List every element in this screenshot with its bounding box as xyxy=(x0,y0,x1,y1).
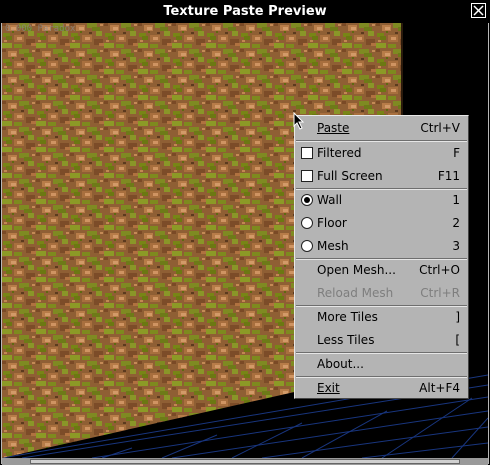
menu-item-label: About... xyxy=(317,357,364,371)
menu-item-shortcut: [ xyxy=(455,333,460,347)
close-button[interactable] xyxy=(471,3,486,18)
menu-item-label: Mesh xyxy=(317,239,349,253)
menu-item-label: Exit xyxy=(317,381,340,395)
menu-item-reload-mesh[interactable]: Reload Mesh Ctrl+R xyxy=(295,282,468,305)
context-menu: Paste Ctrl+V Filtered F Full Screen F11 … xyxy=(294,115,469,399)
menu-item-label: More Tiles xyxy=(317,310,378,324)
menu-item-full-screen[interactable]: Full Screen F11 xyxy=(295,165,468,188)
menu-item-label: Less Tiles xyxy=(317,333,375,347)
menu-item-about[interactable]: About... xyxy=(295,353,468,376)
menu-item-shortcut: Ctrl+V xyxy=(420,121,460,135)
scroll-thumb[interactable] xyxy=(30,459,460,464)
menu-item-label: Filtered xyxy=(317,146,362,160)
radio-icon[interactable] xyxy=(301,240,313,252)
menu-item-shortcut: 2 xyxy=(452,216,460,230)
checkbox-icon[interactable] xyxy=(301,170,313,182)
close-icon xyxy=(473,5,484,16)
menu-item-label: Paste xyxy=(317,121,350,135)
menu-item-paste[interactable]: Paste Ctrl+V xyxy=(295,117,468,140)
menu-item-floor[interactable]: Floor 2 xyxy=(295,212,468,235)
menu-item-label: Wall xyxy=(317,193,343,207)
fps-readout: 0.000 Paradox xyxy=(5,24,76,34)
bottom-scroll-track[interactable] xyxy=(2,458,488,465)
menu-item-more-tiles[interactable]: More Tiles ] xyxy=(295,306,468,329)
menu-item-label: Open Mesh... xyxy=(317,263,396,277)
menu-item-label: Reload Mesh xyxy=(317,286,394,300)
menu-item-label: Full Screen xyxy=(317,169,383,183)
menu-item-less-tiles[interactable]: Less Tiles [ xyxy=(295,329,468,352)
menu-item-shortcut: F11 xyxy=(437,169,460,183)
menu-item-shortcut: Ctrl+R xyxy=(420,286,460,300)
radio-selected-dot xyxy=(304,197,310,203)
window-title: Texture Paste Preview xyxy=(163,4,327,19)
menu-item-shortcut: Ctrl+O xyxy=(419,263,460,277)
menu-item-filtered[interactable]: Filtered F xyxy=(295,142,468,165)
menu-item-label: Floor xyxy=(317,216,347,230)
menu-item-mesh[interactable]: Mesh 3 xyxy=(295,235,468,258)
menu-item-wall[interactable]: Wall 1 xyxy=(295,189,468,212)
radio-icon[interactable] xyxy=(301,217,313,229)
menu-item-shortcut: Alt+F4 xyxy=(419,381,460,395)
menu-item-shortcut: 1 xyxy=(452,193,460,207)
preview-window: Texture Paste Preview 0.000 Paradox Past… xyxy=(0,0,490,465)
mouse-pointer-icon xyxy=(293,112,305,130)
menu-item-open-mesh[interactable]: Open Mesh... Ctrl+O xyxy=(295,259,468,282)
menu-item-shortcut: ] xyxy=(455,310,460,324)
checkbox-icon[interactable] xyxy=(301,147,313,159)
title-bar[interactable]: Texture Paste Preview xyxy=(1,1,489,23)
menu-item-shortcut: 3 xyxy=(452,239,460,253)
menu-item-exit[interactable]: Exit Alt+F4 xyxy=(295,377,468,400)
radio-icon[interactable] xyxy=(301,194,313,206)
menu-item-shortcut: F xyxy=(453,146,460,160)
